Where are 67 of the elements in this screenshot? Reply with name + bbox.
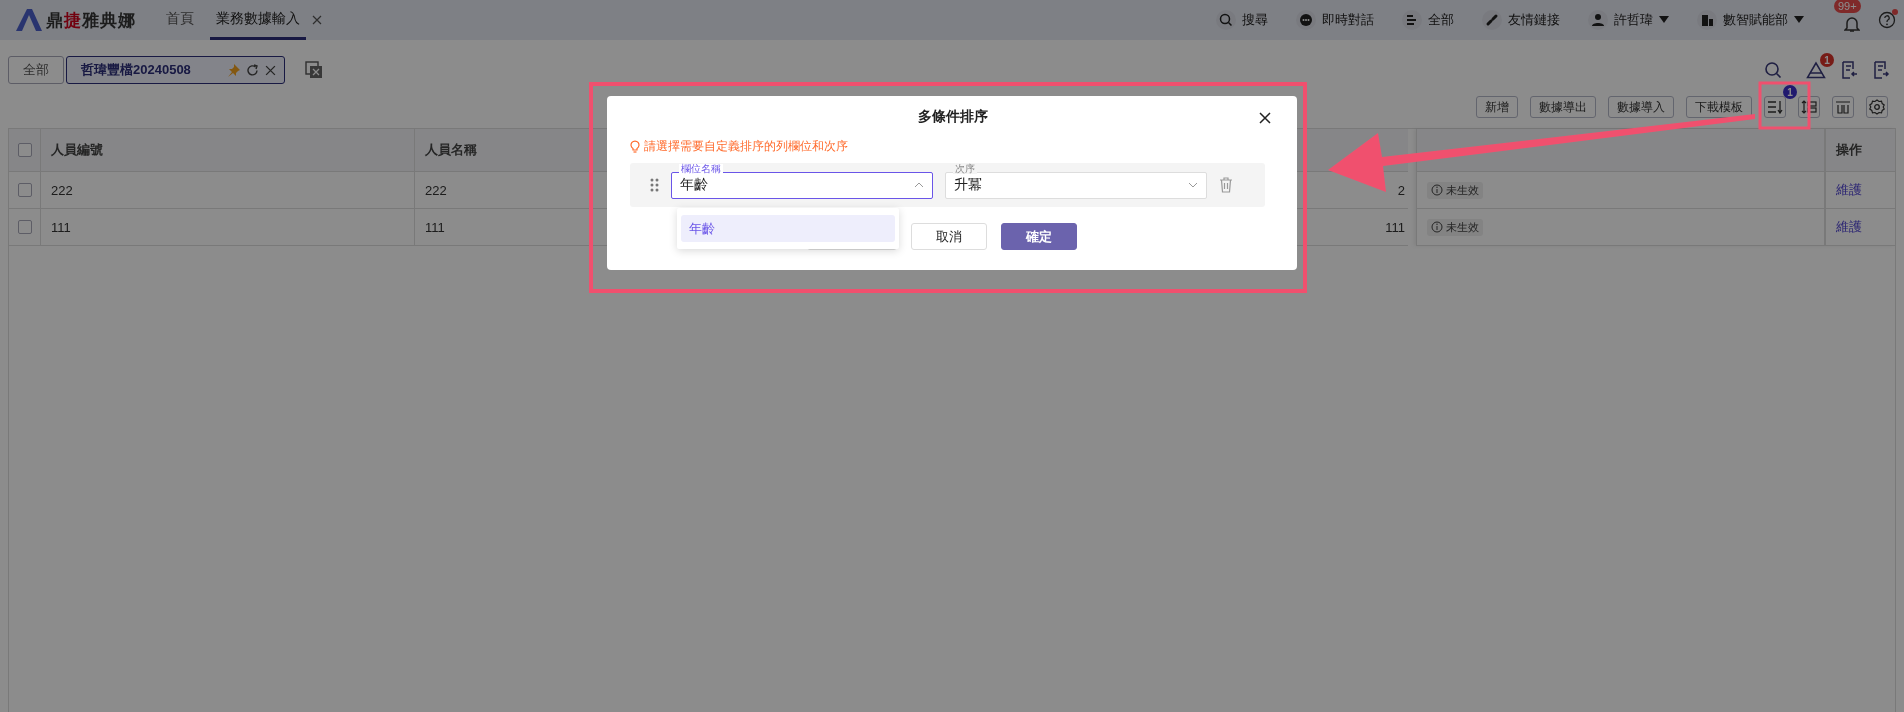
status-tag: 未生效 (1427, 181, 1483, 199)
info-icon (1431, 184, 1443, 196)
notification-badge: 99+ (1834, 0, 1861, 13)
import-list-icon[interactable] (1840, 61, 1858, 79)
person-icon[interactable] (1588, 10, 1608, 30)
drag-handle-icon[interactable] (650, 178, 659, 192)
caret-icon[interactable] (1794, 16, 1804, 24)
table-cell: 111 (41, 209, 415, 245)
select-all-checkbox[interactable] (17, 143, 32, 157)
list-icon[interactable] (1402, 10, 1422, 30)
highlight-frame (1758, 81, 1811, 130)
export-list-icon[interactable] (1872, 61, 1890, 79)
count-badge: 1 (1783, 85, 1797, 99)
refresh-icon[interactable] (245, 63, 259, 77)
menu-link[interactable]: 搜尋 (1242, 11, 1268, 29)
hint-text: 請選擇需要自定義排序的列欄位和次序 (644, 138, 848, 155)
toolbar-button[interactable]: 下載模板 (1686, 96, 1752, 118)
caret-icon[interactable] (1659, 16, 1669, 24)
menu-link[interactable]: 全部 (1428, 11, 1454, 29)
menu-link[interactable]: 友情鏈接 (1508, 11, 1560, 29)
lightbulb-icon (630, 140, 640, 153)
status-tag: 未生效 (1427, 218, 1483, 236)
close-icon[interactable] (1259, 112, 1271, 124)
trash-icon[interactable] (1219, 177, 1233, 193)
column-header: 操作 (1825, 129, 1895, 171)
field-label: 欄位名稱 (679, 163, 723, 174)
search-icon[interactable] (1764, 61, 1782, 79)
dialog-title: 多條件排序 (916, 108, 989, 126)
field-label: 次序 (953, 163, 977, 174)
column-header: 人員編號 (41, 129, 415, 171)
count-badge: 1 (1820, 53, 1834, 67)
maintain-link[interactable]: 維護 (1836, 218, 1862, 236)
nav-tab[interactable]: 業務數據輸入 (210, 0, 306, 40)
table-cell: 222 (41, 172, 415, 208)
building-icon[interactable] (1697, 10, 1717, 30)
dropdown-option[interactable]: 年齡 (681, 215, 895, 242)
toolbar-button[interactable]: 數據導入 (1608, 96, 1674, 118)
toolbar-button[interactable]: 數據導出 (1530, 96, 1596, 118)
search-icon[interactable] (1216, 10, 1236, 30)
row-checkbox[interactable] (17, 183, 32, 197)
chevron-icon[interactable] (1188, 182, 1198, 188)
menu-link[interactable]: 許哲瑋 (1614, 11, 1653, 29)
menu-link[interactable]: 數智賦能部 (1723, 11, 1788, 29)
confirm-button[interactable]: 確定 (1001, 223, 1077, 250)
page-tab[interactable]: 哲瑋豐檔20240508 (66, 56, 285, 84)
chevron-icon[interactable] (914, 182, 924, 188)
page-tab[interactable]: 全部 (8, 56, 64, 84)
chat-icon[interactable] (1296, 10, 1316, 30)
maintain-link[interactable]: 維護 (1836, 181, 1862, 199)
sort-button[interactable] (1764, 96, 1786, 118)
menu-link[interactable]: 即時對話 (1322, 11, 1374, 29)
logo-text: 鼎捷雅典娜 (46, 9, 136, 32)
settings-button[interactable] (1866, 96, 1888, 118)
table-cell-text: 2 (1396, 181, 1406, 200)
warning-icon[interactable] (1806, 61, 1826, 79)
table-cell-text: 111 (1384, 218, 1406, 237)
info-icon (1431, 221, 1443, 233)
columns-button[interactable] (1832, 96, 1854, 118)
bell-icon[interactable] (1844, 14, 1860, 33)
cancel-button[interactable]: 取消 (911, 223, 987, 250)
logo-icon (16, 9, 42, 31)
link-icon[interactable] (1482, 10, 1502, 30)
toolbar-button[interactable]: 新增 (1476, 96, 1518, 118)
row-checkbox[interactable] (17, 220, 32, 234)
help-icon[interactable] (1878, 11, 1896, 29)
close-all-icon[interactable] (304, 61, 323, 79)
nav-tab[interactable]: 首頁 (160, 0, 200, 40)
